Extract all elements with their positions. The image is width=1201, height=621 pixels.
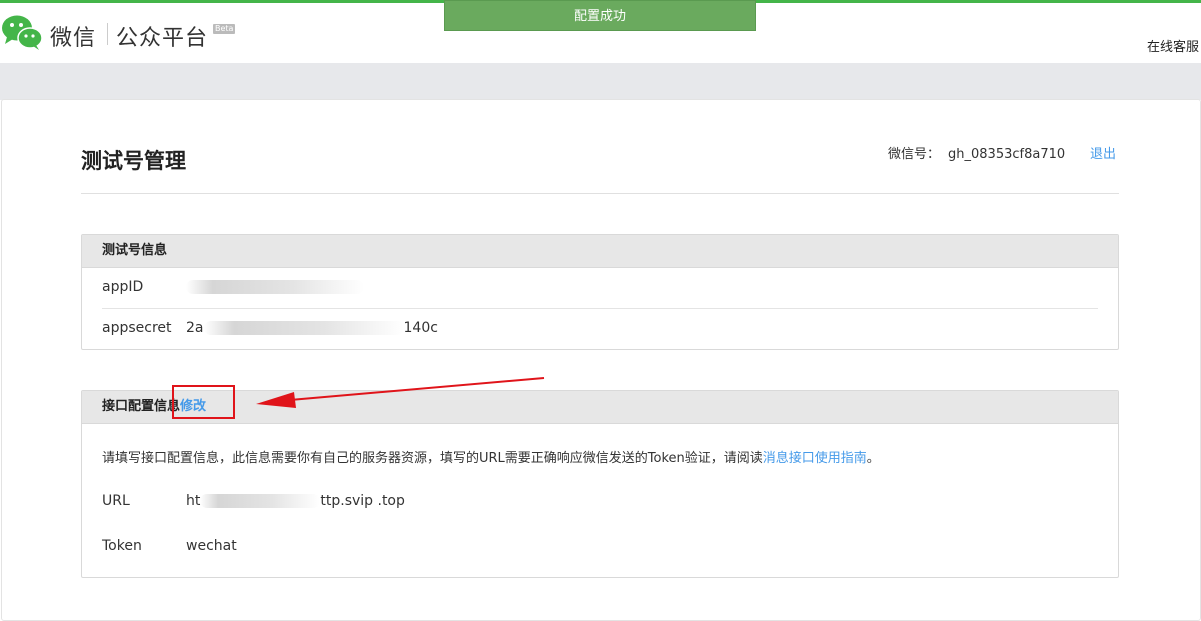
interface-description: 请填写接口配置信息，此信息需要你有自己的服务器资源，填写的URL需要正确响应微信… [102,447,880,466]
row-divider [102,308,1098,309]
online-service-link[interactable]: 在线客服 [1147,36,1199,55]
url-value-suffix: ttp.svip .top [320,493,405,509]
beta-badge: Beta [213,24,236,34]
interface-heading-text: 接口配置信息 [102,399,181,414]
account-info: 微信号： gh_08353cf8a710 [888,143,1065,162]
url-label: URL [102,493,130,509]
appsecret-value-suffix: 140c [403,320,438,336]
brand-wechat: 微信 [50,26,97,51]
appid-label: appID [102,279,144,295]
red-arrow-annotation [256,377,545,408]
desc-text: 请填写接口配置信息，此信息需要你有自己的服务器资源，填写的URL需要正确响应微信… [102,451,763,466]
test-info-heading: 测试号信息 [82,235,1118,268]
appsecret-label: appsecret [102,320,172,336]
token-value: wechat [186,538,237,554]
interface-config-box: 接口配置信息修改 请填写接口配置信息，此信息需要你有自己的服务器资源，填写的UR… [81,390,1119,578]
appsecret-value-redacted [203,321,404,335]
brand-divider [107,23,108,45]
appsecret-row: appsecret 2a 140c [102,320,438,336]
message-api-guide-link[interactable]: 消息接口使用指南 [763,451,867,466]
annotation-highlight-box [172,385,235,419]
account-value: gh_08353cf8a710 [948,147,1066,162]
desc-end: 。 [866,451,880,466]
account-label: 微信号： [888,147,941,162]
appsecret-value-prefix: 2a [186,320,204,336]
nav-band [0,63,1201,100]
page-title: 测试号管理 [81,149,186,173]
success-toast: 配置成功 [444,0,756,31]
title-divider [81,193,1119,194]
appid-value-redacted [186,280,364,294]
url-value-redacted [200,494,321,508]
wechat-logo-icon [2,15,43,50]
token-row: Token wechat [102,538,237,554]
url-value-prefix: ht [186,493,201,509]
test-account-info-box: 测试号信息 appID appsecret 2a 140c [81,234,1119,350]
logout-link[interactable]: 退出 [1090,143,1116,162]
brand-platform: 公众平台 [116,26,209,51]
interface-heading: 接口配置信息修改 [82,391,1118,424]
appid-row: appID [102,279,364,295]
token-label: Token [102,538,142,554]
url-row: URL ht ttp.svip .top [102,493,405,509]
